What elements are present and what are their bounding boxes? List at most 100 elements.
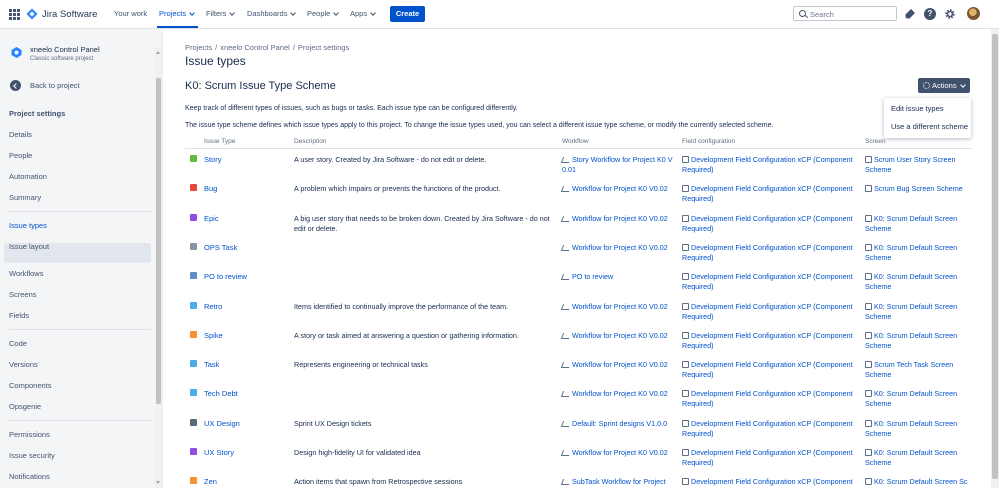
screen-scheme-link[interactable]: Scrum Bug Screen Scheme — [865, 184, 972, 194]
sidebar-item-people[interactable]: People — [9, 151, 32, 160]
notifications-icon[interactable] — [904, 8, 916, 20]
sidebar-item-permissions[interactable]: Permissions — [9, 430, 50, 439]
field-configuration-link[interactable]: Development Field Configuration xCP (Com… — [682, 302, 859, 322]
nav-projects[interactable]: Projects — [159, 9, 195, 18]
screen-scheme-link[interactable]: K0: Scrum Default Screen Scheme — [865, 302, 972, 322]
back-to-project-link[interactable]: Back to project — [30, 81, 80, 90]
field-configuration-name: Development Field Configuration xCP (Com… — [682, 184, 853, 204]
workflow-link[interactable]: Workflow for Project K0 V0.02 — [560, 389, 674, 399]
workflow-link[interactable]: Workflow for Project K0 V0.02 — [560, 448, 674, 458]
field-configuration-link[interactable]: Development Field Configuration xCP (Com… — [682, 214, 859, 234]
issue-type-name[interactable]: Tech Debt — [204, 389, 238, 398]
issue-type-name[interactable]: Zen — [204, 477, 217, 486]
field-configuration-link[interactable]: Development Field Configuration xCP (Com… — [682, 360, 859, 380]
field-configuration-link[interactable]: Development Field Configuration xCP (Com… — [682, 184, 859, 204]
sidebar-item-issue-layout[interactable]: Issue layout — [9, 242, 49, 251]
field-configuration-link[interactable]: Development Field Configuration xCP (Com… — [682, 155, 859, 175]
screen-scheme-name: K0: Scrum Default Screen Scheme — [865, 242, 958, 262]
sidebar-item-issue-types[interactable]: Issue types — [9, 221, 47, 230]
user-avatar[interactable] — [967, 7, 980, 20]
workflow-link[interactable]: PO to review — [560, 272, 674, 282]
sidebar-item-versions[interactable]: Versions — [9, 360, 38, 369]
scroll-down-arrow-icon[interactable] — [156, 481, 160, 484]
field-configuration-name: Development Field Configuration xCP (Com… — [682, 213, 853, 233]
sidebar-item-notifications[interactable]: Notifications — [9, 472, 50, 481]
sidebar-item-details[interactable]: Details — [9, 130, 32, 139]
sidebar-item-screens[interactable]: Screens — [9, 290, 37, 299]
workflow-link[interactable]: Default: Sprint designs V1.0.0 — [560, 419, 674, 429]
nav-apps[interactable]: Apps — [350, 9, 376, 18]
sidebar-item-workflows[interactable]: Workflows — [9, 269, 43, 278]
sidebar-scrollbar-thumb[interactable] — [156, 78, 161, 404]
screen-scheme-link[interactable]: K0: Scrum Default Screen Scheme — [865, 389, 972, 409]
screen-scheme-link[interactable]: K0: Scrum Default Screen Scheme — [865, 331, 972, 351]
issue-type-name[interactable]: Epic — [204, 214, 219, 223]
help-icon[interactable]: ? — [924, 8, 936, 20]
jira-logo[interactable]: Jira Software — [26, 8, 97, 20]
issue-type-description: Items identified to continually improve … — [294, 301, 509, 311]
screen-scheme-link[interactable]: K0: Scrum Default Screen Scheme — [865, 448, 972, 468]
workflow-link[interactable]: Workflow for Project K0 V0.02 — [560, 214, 674, 224]
workflow-link[interactable]: Workflow for Project K0 V0.02 — [560, 360, 674, 370]
issue-type-name[interactable]: OPS Task — [204, 243, 237, 252]
breadcrumb-settings[interactable]: Project settings — [298, 43, 349, 52]
page-scrollbar-thumb[interactable] — [992, 34, 998, 479]
workflow-link[interactable]: Workflow for Project K0 V0.02 — [560, 184, 674, 194]
sidebar-item-opsgenie[interactable]: Opsgenie — [9, 402, 41, 411]
sidebar-item-automation[interactable]: Automation — [9, 172, 47, 181]
issue-type-name[interactable]: Task — [204, 360, 219, 369]
actions-button[interactable]: Actions — [918, 78, 970, 93]
nav-dashboards[interactable]: Dashboards — [247, 9, 297, 18]
sidebar-item-fields[interactable]: Fields — [9, 311, 29, 320]
screen-scheme-link[interactable]: K0: Scrum Default Screen Sc — [865, 477, 972, 487]
search-input[interactable]: Search — [793, 6, 897, 21]
menu-item-use-different-scheme[interactable]: Use a different scheme — [891, 122, 968, 131]
screen-scheme-link[interactable]: K0: Scrum Default Screen Scheme — [865, 243, 972, 263]
issue-type-name[interactable]: PO to review — [204, 272, 247, 281]
sidebar-item-code[interactable]: Code — [9, 339, 27, 348]
screen-scheme-link[interactable]: Scrum Tech Task Screen Scheme — [865, 360, 972, 380]
screen-scheme-link[interactable]: K0: Scrum Default Screen Scheme — [865, 214, 972, 234]
field-configuration-link[interactable]: Development Field Configuration xCP (Com… — [682, 419, 859, 439]
brand-name: Jira Software — [42, 8, 98, 20]
nav-your-work[interactable]: Your work — [114, 9, 147, 18]
field-configuration-link[interactable]: Development Field Configuration xCP (Com… — [682, 331, 859, 351]
nav-people[interactable]: People — [307, 9, 340, 18]
issue-type-name[interactable]: Story — [204, 155, 222, 164]
sidebar-item-summary[interactable]: Summary — [9, 193, 41, 202]
workflow-link[interactable]: Workflow for Project K0 V0.02 — [560, 331, 674, 341]
screen-scheme-link[interactable]: Scrum User Story Screen Scheme — [865, 155, 972, 175]
issue-type-name[interactable]: UX Design — [204, 419, 240, 428]
sidebar-item-components[interactable]: Components — [9, 381, 52, 390]
field-configuration-link[interactable]: Development Field Configuration xCP (Com… — [682, 448, 859, 468]
issue-type-name[interactable]: Retro — [204, 302, 222, 311]
breadcrumb-project[interactable]: xneelo Control Panel — [220, 43, 290, 52]
settings-gear-icon[interactable] — [944, 8, 956, 20]
workflow-link[interactable]: Workflow for Project K0 V0.02 — [560, 243, 674, 253]
workflow-link[interactable]: Workflow for Project K0 V0.02 — [560, 302, 674, 312]
workflow-link[interactable]: SubTask Workflow for Project K0 — [560, 477, 674, 488]
field-configuration-link[interactable]: Development Field Configuration xCP (Com… — [682, 272, 859, 292]
breadcrumb-projects[interactable]: Projects — [185, 43, 212, 52]
back-arrow-icon[interactable] — [10, 80, 21, 91]
issue-type-name[interactable]: UX Story — [204, 448, 234, 457]
field-configuration-link[interactable]: Development Field Configuration xCP (Com… — [682, 389, 859, 409]
issue-type-name[interactable]: Bug — [204, 184, 217, 193]
create-button[interactable]: Create — [390, 6, 425, 22]
sidebar-item-issue-security[interactable]: Issue security — [9, 451, 55, 460]
nav-label: People — [307, 9, 331, 18]
nav-filters[interactable]: Filters — [206, 9, 236, 18]
field-configuration-link[interactable]: Development Field Configuration xCP (Com… — [682, 243, 859, 263]
workflow-link[interactable]: Story Workflow for Project K0 V 0.01 — [560, 155, 674, 175]
field-configuration-link[interactable]: Development Field Configuration xCP (Com… — [682, 477, 859, 487]
scroll-up-arrow-icon[interactable] — [156, 51, 160, 54]
screen-scheme-name: K0: Scrum Default Screen Scheme — [865, 330, 958, 350]
screen-scheme-link[interactable]: K0: Scrum Default Screen Scheme — [865, 419, 972, 439]
issue-type-name[interactable]: Spike — [204, 331, 223, 340]
workflow-icon — [560, 479, 572, 486]
screen-scheme-link[interactable]: K0: Scrum Default Screen Scheme — [865, 272, 972, 292]
app-switcher-icon[interactable] — [9, 9, 20, 20]
menu-item-edit-issue-types[interactable]: Edit issue types — [891, 104, 944, 113]
sidebar-divider — [9, 329, 151, 330]
table-row: Epic A big user story that needs to be br… — [185, 210, 972, 239]
